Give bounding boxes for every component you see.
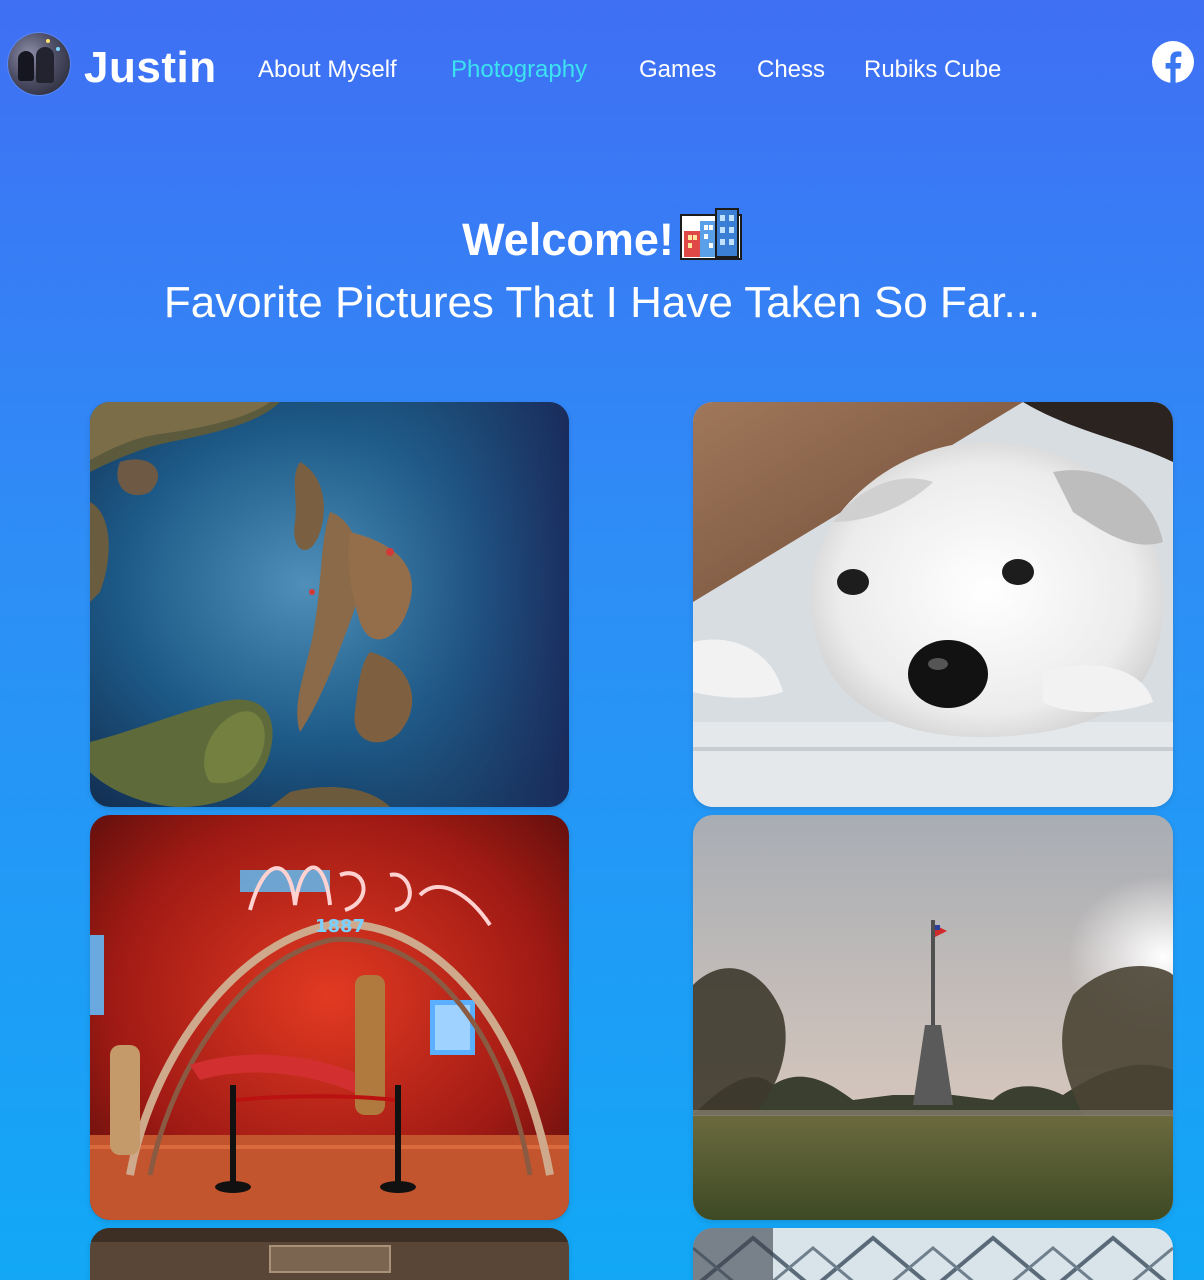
photo-wooden-sign[interactable] — [90, 1228, 569, 1280]
nav-link-rubiks-cube[interactable]: Rubiks Cube — [864, 55, 1001, 85]
svg-text:1887: 1887 — [315, 916, 365, 937]
site-brand[interactable]: Justin — [84, 42, 217, 94]
wooden-sign-image — [90, 1228, 569, 1280]
lattice-ceiling-image — [693, 1228, 1173, 1280]
photo-lattice-ceiling[interactable] — [693, 1228, 1173, 1280]
city-buildings-icon — [679, 208, 742, 260]
photo-puppy[interactable] — [693, 402, 1173, 807]
photo-flagpole-park[interactable] — [693, 815, 1173, 1220]
relief-map-image — [90, 402, 569, 807]
puppy-image — [693, 402, 1173, 807]
photo-neon-museum-exhibit[interactable]: 1887 — [90, 815, 569, 1220]
nav-link-chess[interactable]: Chess — [757, 55, 825, 85]
flagpole-park-image — [693, 815, 1173, 1220]
top-navigation: Justin About Myself Photography Games Ch… — [0, 0, 1204, 140]
welcome-text: Welcome! — [462, 214, 674, 265]
nav-link-about-myself[interactable]: About Myself — [258, 55, 397, 85]
avatar[interactable] — [8, 33, 70, 95]
nav-link-photography[interactable]: Photography — [451, 55, 587, 85]
photo-relief-map[interactable] — [90, 402, 569, 807]
page-subtitle: Favorite Pictures That I Have Taken So F… — [163, 278, 1041, 327]
facebook-icon[interactable] — [1151, 40, 1195, 84]
neon-exhibit-image: 1887 — [90, 815, 569, 1220]
welcome-heading: Welcome! — [0, 205, 1204, 270]
nav-link-games[interactable]: Games — [639, 55, 716, 85]
